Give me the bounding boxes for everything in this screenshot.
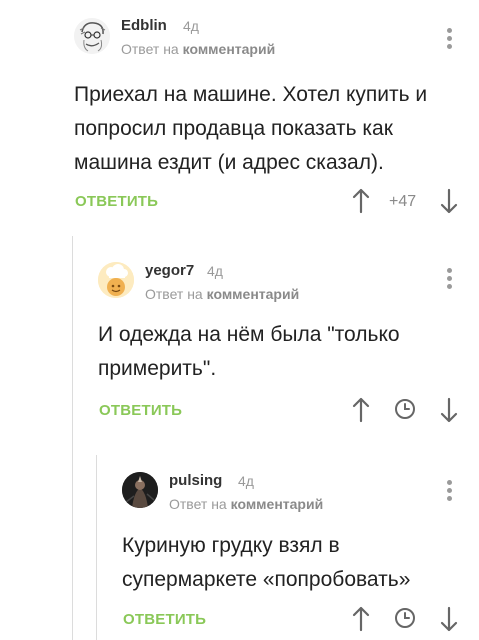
reply-button[interactable]: ОТВЕТИТЬ <box>75 193 158 210</box>
reply-to-line: Ответ на комментарий <box>169 496 323 512</box>
upvote-arrow-icon[interactable] <box>352 397 370 423</box>
comment-time[interactable]: 4д <box>183 18 199 34</box>
comment-text: Приехал на машине. Хотел купить и попрос… <box>74 78 427 180</box>
downvote-arrow-icon[interactable] <box>440 397 458 423</box>
reply-to-link[interactable]: комментарий <box>207 286 300 302</box>
upvote-arrow-icon[interactable] <box>352 606 370 632</box>
chef-avatar-icon <box>98 262 134 298</box>
avatar[interactable] <box>98 262 134 298</box>
comment-text-line: И одежда на нём была "только <box>98 323 400 346</box>
reply-button[interactable]: ОТВЕТИТЬ <box>99 402 182 419</box>
comment-text: И одежда на нём была "только примерить". <box>98 318 400 386</box>
comment-time[interactable]: 4д <box>238 473 254 489</box>
more-options-icon[interactable] <box>444 28 454 54</box>
upvote-arrow-icon[interactable] <box>352 188 370 214</box>
author-name[interactable]: Edblin <box>121 17 167 34</box>
more-options-icon[interactable] <box>444 268 454 294</box>
comment-2: yegor7 4д Ответ на комментарий И одежда … <box>0 240 479 440</box>
sketch-face-avatar-icon <box>74 18 110 54</box>
avatar[interactable] <box>74 18 110 54</box>
clock-icon[interactable] <box>394 398 416 420</box>
reply-to-link[interactable]: комментарий <box>231 496 324 512</box>
clock-icon[interactable] <box>394 607 416 629</box>
more-options-icon[interactable] <box>444 480 454 506</box>
downvote-arrow-icon[interactable] <box>440 606 458 632</box>
comment-3: pulsing 4д Ответ на комментарий Куриную … <box>0 455 479 640</box>
reply-to-link[interactable]: комментарий <box>183 41 276 57</box>
comment-text-line: машина ездит (и адрес сказал). <box>74 151 384 174</box>
reply-to-prefix: Ответ на <box>169 496 227 512</box>
comment-1: Edblin 4д Ответ на комментарий Приехал н… <box>0 0 479 230</box>
reply-to-prefix: Ответ на <box>121 41 179 57</box>
dark-photo-avatar-icon <box>122 472 158 508</box>
author-name[interactable]: pulsing <box>169 472 222 489</box>
reply-button[interactable]: ОТВЕТИТЬ <box>123 611 206 628</box>
comment-text-line: Куриную грудку взял в <box>122 534 340 557</box>
comment-text: Куриную грудку взял в супермаркете «попр… <box>122 529 410 597</box>
reply-to-prefix: Ответ на <box>145 286 203 302</box>
comment-time[interactable]: 4д <box>207 263 223 279</box>
comment-text-line: Приехал на машине. Хотел купить и <box>74 83 428 106</box>
avatar[interactable] <box>122 472 158 508</box>
comment-text-line: супермаркете «попробовать» <box>122 568 411 591</box>
reply-to-line: Ответ на комментарий <box>121 41 275 57</box>
downvote-arrow-icon[interactable] <box>440 188 458 214</box>
comment-text-line: примерить". <box>98 357 217 380</box>
comment-text-line: попросил продавца показать как <box>74 117 393 140</box>
reply-to-line: Ответ на комментарий <box>145 286 299 302</box>
vote-score: +47 <box>389 193 417 210</box>
author-name[interactable]: yegor7 <box>145 262 194 279</box>
